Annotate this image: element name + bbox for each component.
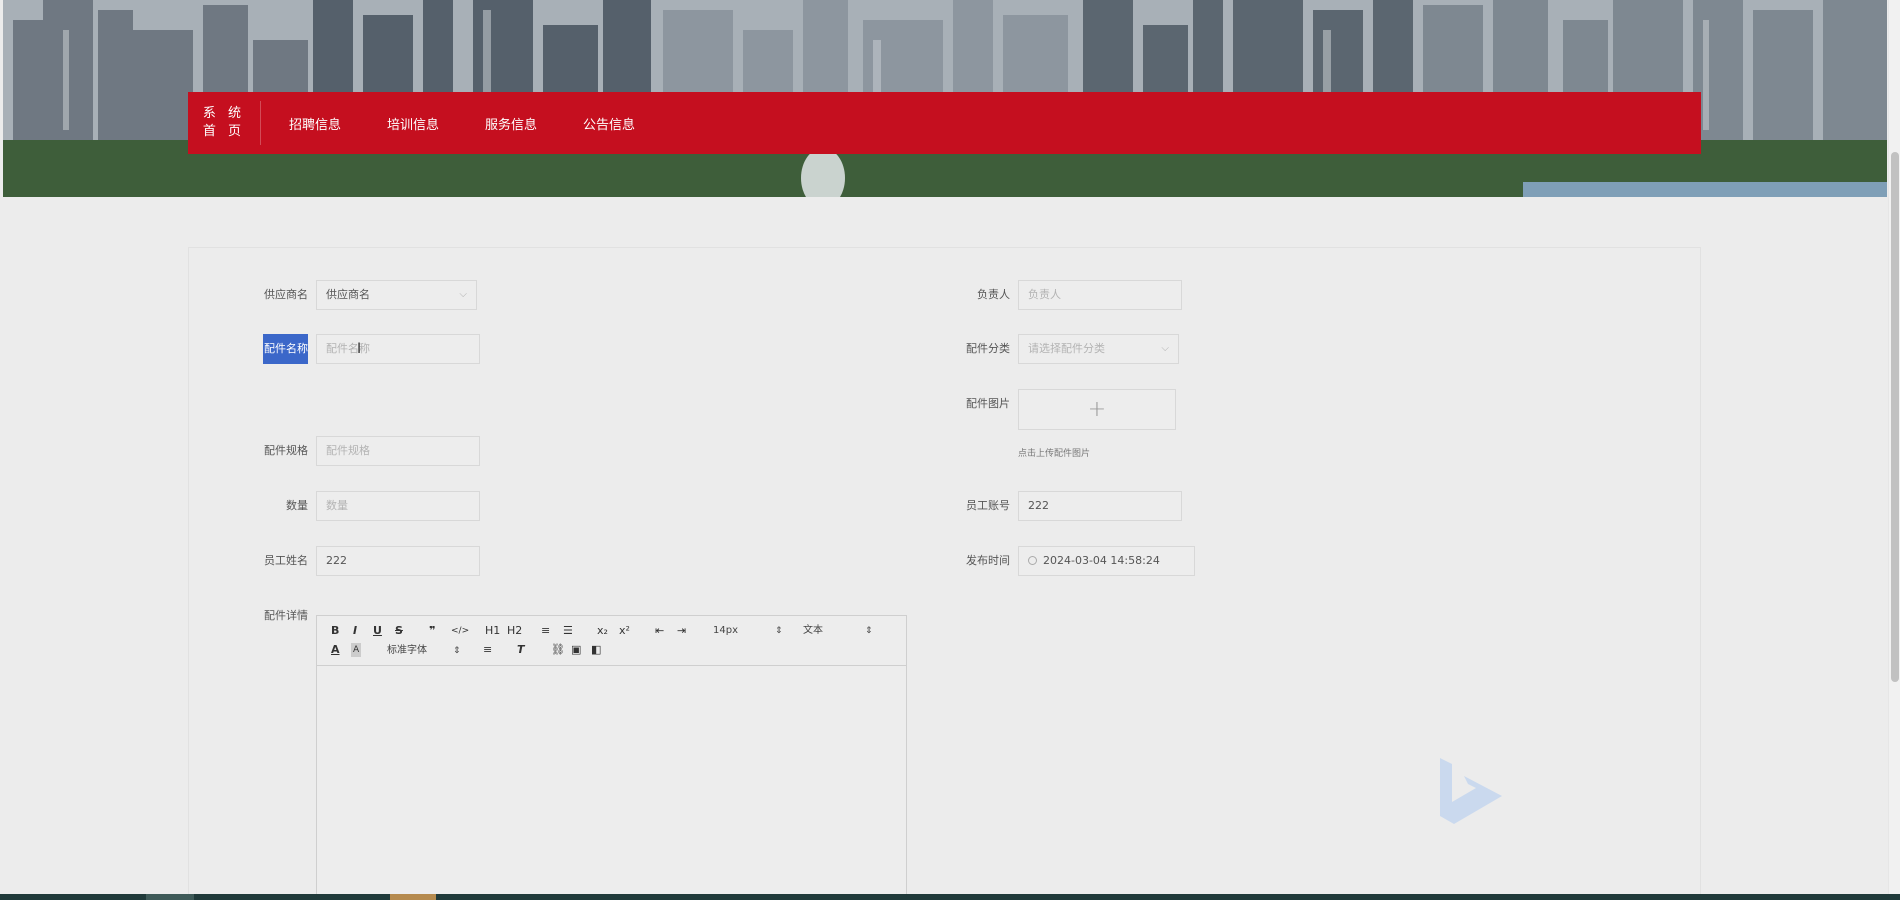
publish-time-picker[interactable]: 2024-03-04 14:58:24 xyxy=(1018,546,1195,576)
plus-icon: + xyxy=(1087,397,1107,422)
bullet-list-button[interactable]: ☰ xyxy=(563,624,573,638)
manager-label: 负责人 xyxy=(977,288,1010,301)
nav-home-line1: 系 统 xyxy=(202,106,246,121)
font-size-select[interactable]: 14px ⇕ xyxy=(713,624,783,638)
font-family-select[interactable]: 标准字体 ⇕ xyxy=(387,644,467,658)
publish-time-label: 发布时间 xyxy=(966,554,1010,567)
font-color-icon[interactable]: A xyxy=(331,643,340,657)
strike-button[interactable]: S xyxy=(395,624,403,638)
employee-account-value: 222 xyxy=(1028,499,1049,512)
h2-button[interactable]: H2 xyxy=(507,624,522,638)
italic-button[interactable]: I xyxy=(353,624,357,638)
part-image-label: 配件图片 xyxy=(966,397,1010,410)
part-spec-label: 配件规格 xyxy=(264,444,308,457)
h1-button[interactable]: H1 xyxy=(485,624,500,638)
part-category-label: 配件分类 xyxy=(966,342,1010,355)
select-arrows-icon: ⇕ xyxy=(865,626,873,636)
quantity-placeholder: 数量 xyxy=(326,499,348,512)
bold-button[interactable]: B xyxy=(331,624,339,638)
taskbar-app[interactable] xyxy=(390,894,436,900)
nav-item-recruitment[interactable]: 招聘信息 xyxy=(281,114,349,133)
manager-placeholder: 负责人 xyxy=(1028,288,1061,301)
watermark-logo-icon xyxy=(1440,758,1502,824)
supplier-value: 供应商名 xyxy=(326,288,370,301)
quantity-input[interactable]: 数量 xyxy=(316,491,480,521)
nav-home-button[interactable]: 系 统 首 页 xyxy=(188,101,261,145)
nav-item-training[interactable]: 培训信息 xyxy=(379,114,447,133)
part-name-placeholder: 配件名称 xyxy=(326,342,370,355)
taskbar-app[interactable] xyxy=(146,894,194,900)
superscript-button[interactable]: x² xyxy=(619,624,630,638)
outdent-button[interactable]: ⇤ xyxy=(655,624,664,638)
nav-item-service[interactable]: 服务信息 xyxy=(477,114,545,133)
part-name-label: 配件名称 xyxy=(263,334,308,364)
code-button[interactable]: </> xyxy=(451,624,469,638)
publish-time-value: 2024-03-04 14:58:24 xyxy=(1043,554,1160,567)
nav-home-line2: 首 页 xyxy=(202,124,246,139)
editor-content-area[interactable] xyxy=(317,666,906,900)
image-icon[interactable]: ▣ xyxy=(571,643,581,657)
part-spec-placeholder: 配件规格 xyxy=(326,444,370,457)
font-size-value: 14px xyxy=(713,625,738,636)
part-image-upload[interactable]: + xyxy=(1018,389,1176,430)
manager-input[interactable]: 负责人 xyxy=(1018,280,1182,310)
part-spec-input[interactable]: 配件规格 xyxy=(316,436,480,466)
main-nav: 系 统 首 页 招聘信息 培训信息 服务信息 公告信息 xyxy=(188,92,1701,154)
rich-text-editor: B I U S ❞ </> H1 H2 ≡ ☰ x₂ x² ⇤ ⇥ 14px ⇕… xyxy=(316,615,907,900)
select-arrows-icon: ⇕ xyxy=(775,626,783,636)
employee-account-input[interactable]: 222 xyxy=(1018,491,1182,521)
employee-name-label: 员工姓名 xyxy=(264,554,308,567)
os-taskbar xyxy=(0,894,1900,900)
text-style-value: 文本 xyxy=(803,625,823,636)
text-cursor-icon: I xyxy=(357,341,362,357)
part-category-placeholder: 请选择配件分类 xyxy=(1028,342,1105,355)
editor-toolbar: B I U S ❞ </> H1 H2 ≡ ☰ x₂ x² ⇤ ⇥ 14px ⇕… xyxy=(317,616,906,666)
part-image-upload-tip: 点击上传配件图片 xyxy=(1018,449,1091,459)
select-arrows-icon: ⇕ xyxy=(453,646,461,656)
chevron-down-icon: ⌵ xyxy=(1161,343,1169,354)
part-name-input[interactable]: 配件名称 xyxy=(316,334,480,364)
clear-format-icon[interactable]: T xyxy=(517,643,525,657)
text-style-select[interactable]: 文本 ⇕ xyxy=(803,624,873,638)
clock-icon xyxy=(1028,556,1037,565)
employee-name-input[interactable]: 222 xyxy=(316,546,480,576)
part-category-select[interactable]: 请选择配件分类 ⌵ xyxy=(1018,334,1179,364)
supplier-label: 供应商名 xyxy=(264,288,308,301)
scrollbar-thumb[interactable] xyxy=(1891,152,1899,682)
video-icon[interactable]: ◧ xyxy=(591,643,601,657)
chevron-down-icon: ⌵ xyxy=(459,289,467,300)
quantity-label: 数量 xyxy=(286,499,308,512)
nav-item-announcement[interactable]: 公告信息 xyxy=(575,114,643,133)
blockquote-button[interactable]: ❞ xyxy=(429,624,435,638)
part-detail-label: 配件详情 xyxy=(264,609,308,622)
align-icon[interactable]: ≡ xyxy=(483,643,492,657)
font-family-value: 标准字体 xyxy=(387,645,427,656)
employee-name-value: 222 xyxy=(326,554,347,567)
indent-button[interactable]: ⇥ xyxy=(677,624,686,638)
ordered-list-button[interactable]: ≡ xyxy=(541,624,550,638)
supplier-select[interactable]: 供应商名 ⌵ xyxy=(316,280,477,310)
background-color-icon[interactable]: A xyxy=(351,643,362,657)
subscript-button[interactable]: x₂ xyxy=(597,624,608,638)
underline-button[interactable]: U xyxy=(373,624,382,638)
employee-account-label: 员工账号 xyxy=(966,499,1010,512)
link-icon[interactable]: ⛓ xyxy=(551,643,565,657)
page-scrollbar[interactable] xyxy=(1888,0,1900,900)
